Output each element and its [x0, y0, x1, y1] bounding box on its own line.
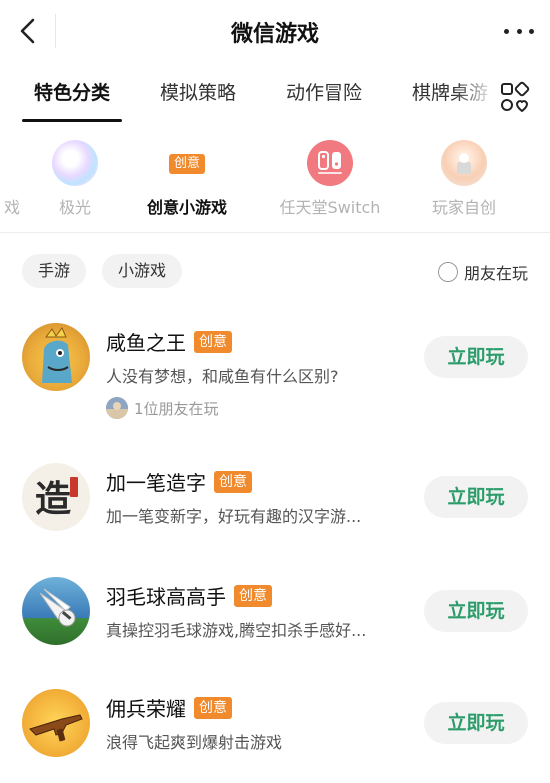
friends-playing-info: 1位朋友在玩: [106, 397, 219, 419]
nintendo-switch-icon: [307, 140, 353, 186]
tab-featured[interactable]: 特色分类: [34, 78, 110, 105]
game-list-item[interactable]: 羽毛球高高手 创意 真操控羽毛球游戏,腾空扣杀手感好... 立即玩: [0, 577, 550, 689]
all-categories-button[interactable]: [497, 80, 533, 116]
creative-badge: 创意: [214, 470, 252, 493]
game-avatar: 造: [22, 463, 90, 531]
game-title: 咸鱼之王 创意: [106, 327, 232, 356]
rifle-icon: [29, 714, 83, 742]
more-dots-icon: [504, 28, 509, 34]
play-now-button[interactable]: 立即玩: [424, 476, 528, 518]
player-created-icon: [441, 140, 487, 186]
svg-text:造: 造: [35, 478, 71, 520]
friends-playing-label: 朋友在玩: [463, 264, 528, 283]
game-description: 浪得飞起爽到爆射击游戏: [106, 733, 283, 752]
section-divider: [0, 232, 550, 233]
game-description: 真操控羽毛球游戏,腾空扣杀手感好...: [106, 621, 367, 640]
game-list-item[interactable]: 造 加一笔造字 创意 加一笔变新字，好玩有趣的汉字游... 立即玩: [0, 463, 550, 575]
more-menu-button[interactable]: [504, 22, 534, 40]
game-description: 加一笔变新字，好玩有趣的汉字游...: [106, 507, 362, 526]
filter-row: 手游 小游戏 朋友在玩: [0, 254, 550, 290]
game-description: 人没有梦想，和咸鱼有什么区别?: [106, 367, 339, 386]
game-name: 羽毛球高高手: [106, 585, 226, 609]
game-list-item[interactable]: 咸鱼之王 创意 人没有梦想，和咸鱼有什么区别? 1位朋友在玩 立即玩: [0, 323, 550, 435]
play-now-button[interactable]: 立即玩: [424, 336, 528, 378]
play-now-button[interactable]: 立即玩: [424, 702, 528, 744]
creative-badge: 创意: [194, 696, 232, 719]
subcategory-row: 戏 极光 创意 创意小游戏 任天堂Switch 玩家自创: [0, 126, 550, 232]
friend-avatar: [106, 397, 128, 419]
game-list-item[interactable]: 佣兵荣耀 创意 浪得飞起爽到爆射击游戏 立即玩: [0, 689, 550, 783]
category-grid-icon: [501, 81, 530, 112]
filter-chip-mini-games[interactable]: 小游戏: [102, 254, 183, 288]
game-name: 佣兵荣耀: [106, 697, 186, 721]
tab-action-adventure[interactable]: 动作冒险: [286, 78, 362, 105]
friends-count-label: 1位朋友在玩: [134, 399, 219, 418]
game-avatar: [22, 323, 90, 391]
tabs-fade: [455, 62, 495, 126]
game-title: 羽毛球高高手 创意: [106, 581, 272, 610]
top-bar: 微信游戏: [0, 0, 550, 62]
friends-playing-toggle[interactable]: 朋友在玩: [437, 260, 528, 284]
game-name: 咸鱼之王: [106, 331, 186, 355]
calligraphy-character-icon: 造: [35, 477, 78, 520]
game-title: 加一笔造字 创意: [106, 467, 252, 496]
creative-badge: 创意: [234, 584, 272, 607]
salted-fish-king-icon: [42, 327, 72, 383]
category-tabs: 特色分类 模拟策略 动作冒险 棋牌桌游: [0, 62, 550, 126]
game-name: 加一笔造字: [106, 471, 206, 495]
shuttlecock-icon: [39, 588, 76, 627]
game-avatar: [22, 577, 90, 645]
creative-badge-icon: 创意: [168, 154, 206, 174]
subcat-label: 玩家自创: [431, 198, 496, 217]
filter-chip-mobile-games[interactable]: 手游: [22, 254, 87, 288]
active-tab-indicator: [22, 119, 122, 122]
page-title: 微信游戏: [230, 22, 319, 47]
tab-simulation-strategy[interactable]: 模拟策略: [160, 78, 236, 105]
play-now-button[interactable]: 立即玩: [424, 590, 528, 632]
creative-badge: 创意: [194, 330, 232, 353]
aurora-icon: [52, 140, 98, 186]
subcat-label: 任天堂Switch: [279, 198, 381, 217]
game-title: 佣兵荣耀 创意: [106, 693, 232, 722]
subcat-label: 创意小游戏: [146, 198, 227, 217]
game-avatar: [22, 689, 90, 757]
radio-unchecked-icon: [437, 262, 458, 282]
